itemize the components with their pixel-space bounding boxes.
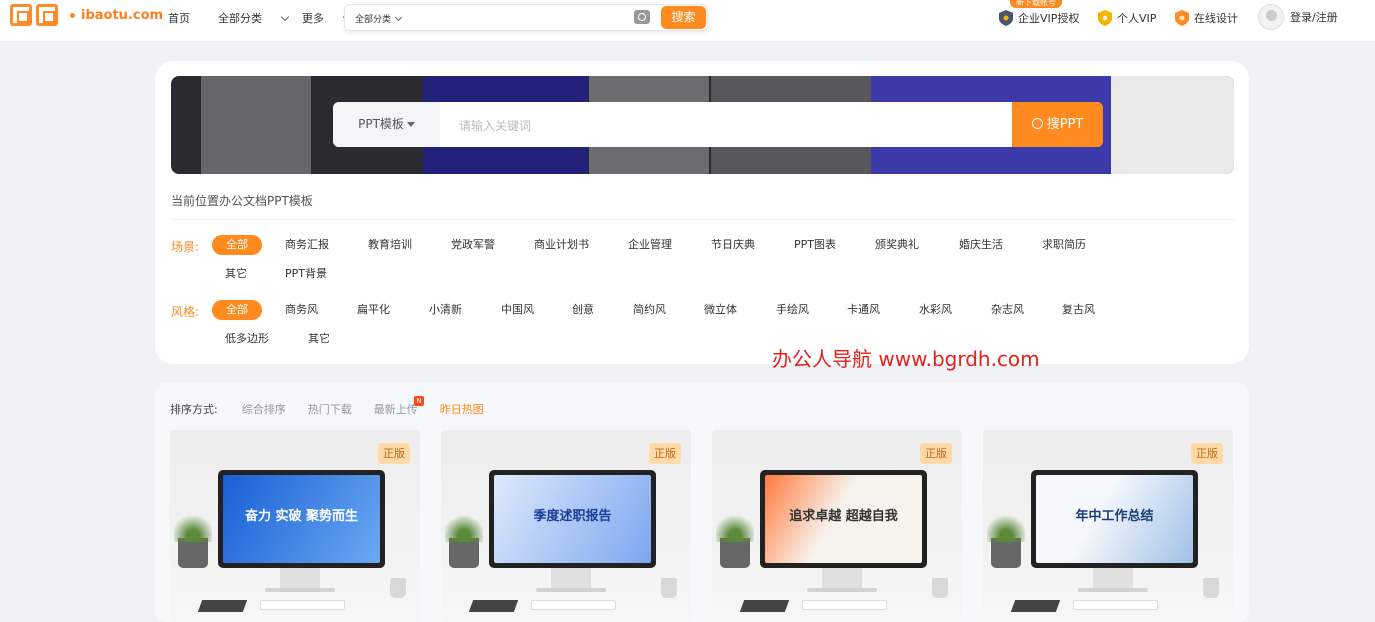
banner-search-input[interactable]: 请输入关键词	[459, 117, 531, 134]
monitor-preview: 季度述职报告	[489, 470, 656, 568]
login-register-link[interactable]: 登录/注册	[1258, 3, 1338, 31]
nav-more[interactable]: 更多	[302, 10, 352, 26]
style-option[interactable]: 卡通风	[847, 300, 880, 320]
template-title: 奋力 实破 聚势而生	[244, 509, 359, 524]
style-filter-label: 风格:	[171, 305, 200, 319]
header-search-category[interactable]: 全部分类	[355, 12, 403, 25]
logo-text: ibaotu.com	[81, 7, 164, 23]
template-card[interactable]: 正版 年中工作总结	[983, 430, 1233, 622]
scene-option[interactable]: 企业管理	[628, 235, 672, 255]
filter-card: PPT模板 请输入关键词 搜PPT 当前位置办公文档PPT模板 场景: 全部 商…	[155, 61, 1249, 364]
shield-icon	[999, 10, 1013, 26]
style-option[interactable]: 中国风	[501, 300, 534, 320]
nav-all-categories[interactable]: 全部分类	[218, 10, 290, 26]
licensed-badge: 正版	[1191, 443, 1223, 464]
monitor-preview: 奋力 实破 聚势而生	[218, 470, 385, 568]
banner-search-box: PPT模板 请输入关键词 搜PPT	[333, 102, 1103, 147]
style-option[interactable]: 小清新	[429, 300, 462, 320]
shield-icon	[1175, 10, 1189, 26]
scene-option[interactable]: 婚庆生活	[959, 235, 1003, 255]
scene-option[interactable]: PPT背景	[285, 264, 327, 284]
template-title: 追求卓越 超越自我	[789, 509, 898, 524]
licensed-badge: 正版	[378, 443, 410, 464]
new-badge: N	[414, 396, 424, 406]
style-option[interactable]: 杂志风	[991, 300, 1024, 320]
breadcrumb: 当前位置办公文档PPT模板	[171, 194, 313, 208]
style-option[interactable]: 扁平化	[357, 300, 390, 320]
camera-icon[interactable]	[634, 10, 650, 24]
scene-option[interactable]: 节日庆典	[711, 235, 755, 255]
template-card[interactable]: 正版 季度述职报告	[441, 430, 691, 622]
scene-option[interactable]: 商业计划书	[534, 235, 589, 255]
enterprise-vip-link[interactable]: 企业VIP授权	[999, 10, 1079, 26]
banner-search-category[interactable]: PPT模板	[333, 102, 440, 147]
logo-mark-icon	[10, 4, 32, 26]
divider	[171, 219, 1234, 220]
results-panel: 排序方式: 综合排序 热门下载 最新上传 昨日热图 N 正版 奋力 实破 聚势而…	[155, 382, 1249, 622]
plant-decoration	[716, 512, 754, 568]
sort-option-active[interactable]: 昨日热图	[440, 401, 484, 417]
header-search-button[interactable]: 搜索	[661, 6, 706, 29]
sort-bar: 排序方式: 综合排序 热门下载 最新上传 昨日热图	[170, 401, 506, 417]
plant-decoration	[445, 512, 483, 568]
template-card[interactable]: 正版 追求卓越 超越自我	[712, 430, 962, 622]
top-navigation-bar: ibaotu.com 首页 全部分类 更多 全部分类 搜索 新下载账号 企业VI…	[0, 0, 1375, 42]
scene-option[interactable]: 商务汇报	[285, 235, 329, 255]
chevron-down-icon	[394, 13, 403, 22]
avatar	[1258, 4, 1284, 30]
hero-banner: PPT模板 请输入关键词 搜PPT	[171, 76, 1234, 174]
personal-vip-link[interactable]: 个人VIP	[1098, 10, 1156, 26]
online-design-link[interactable]: 在线设计	[1175, 10, 1238, 26]
banner-search-button[interactable]: 搜PPT	[1012, 102, 1103, 147]
caret-down-icon	[406, 122, 415, 127]
style-option[interactable]: 创意	[572, 300, 594, 320]
plant-decoration	[174, 512, 212, 568]
nav-home[interactable]: 首页	[168, 10, 204, 26]
logo-mark-icon	[36, 4, 58, 26]
sort-option[interactable]: 热门下载	[308, 401, 352, 417]
template-title: 季度述职报告	[533, 509, 612, 524]
style-option[interactable]: 微立体	[704, 300, 737, 320]
site-logo[interactable]: ibaotu.com	[10, 4, 163, 26]
scene-option[interactable]: 教育培训	[368, 235, 412, 255]
sort-option[interactable]: 综合排序	[242, 401, 286, 417]
style-option[interactable]: 简约风	[633, 300, 666, 320]
template-title: 年中工作总结	[1075, 509, 1154, 524]
promo-tag: 新下载账号	[1010, 0, 1062, 8]
header-search-box: 全部分类 搜索	[344, 4, 708, 31]
chevron-down-icon	[280, 12, 290, 22]
licensed-badge: 正版	[649, 443, 681, 464]
style-option[interactable]: 手绘风	[776, 300, 809, 320]
style-option[interactable]: 低多边形	[225, 329, 269, 349]
sort-label: 排序方式:	[170, 403, 218, 416]
licensed-badge: 正版	[920, 443, 952, 464]
plant-decoration	[987, 512, 1025, 568]
shield-icon	[1098, 10, 1112, 26]
scene-option-all[interactable]: 全部	[212, 235, 262, 255]
monitor-preview: 年中工作总结	[1031, 470, 1198, 568]
watermark-text: 办公人导航 www.bgrdh.com	[772, 347, 1040, 371]
search-icon	[1031, 118, 1043, 129]
scene-option[interactable]: 颁奖典礼	[875, 235, 919, 255]
main-nav: 首页 全部分类 更多	[168, 10, 364, 26]
sort-option[interactable]: 最新上传	[374, 401, 418, 417]
logo-dot	[70, 12, 75, 18]
scene-option[interactable]: 求职简历	[1042, 235, 1086, 255]
template-card[interactable]: 正版 奋力 实破 聚势而生	[170, 430, 420, 622]
style-option[interactable]: 其它	[308, 329, 330, 349]
scene-filter-label: 场景:	[171, 240, 200, 254]
scene-option[interactable]: PPT图表	[794, 235, 836, 255]
scene-option[interactable]: 其它	[225, 264, 247, 284]
scene-option[interactable]: 党政军警	[451, 235, 495, 255]
monitor-preview: 追求卓越 超越自我	[760, 470, 927, 568]
style-option-all[interactable]: 全部	[212, 300, 262, 320]
style-option[interactable]: 水彩风	[919, 300, 952, 320]
style-option[interactable]: 商务风	[285, 300, 318, 320]
style-option[interactable]: 复古风	[1062, 300, 1095, 320]
